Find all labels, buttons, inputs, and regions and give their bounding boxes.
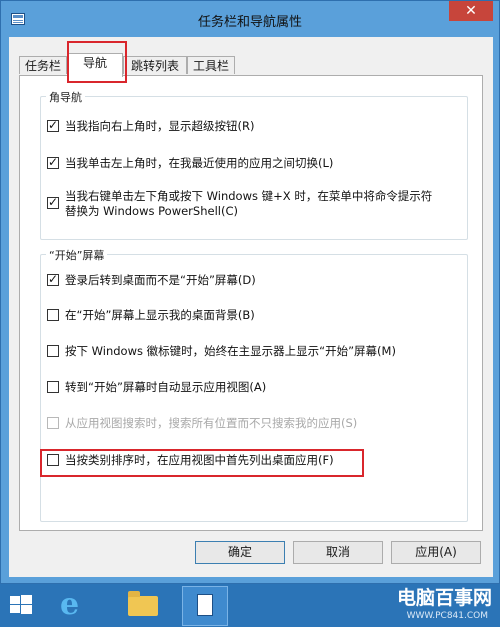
option-label: 按下 Windows 徽标键时，始终在主显示器上显示“开始”屏幕(M) <box>65 344 396 358</box>
cancel-button[interactable]: 取消 <box>293 541 383 564</box>
watermark-logo: 电脑百事网 <box>396 587 492 609</box>
checkbox-checked-icon[interactable] <box>47 155 59 170</box>
apply-button[interactable]: 应用(A) <box>391 541 481 564</box>
checkbox-checked-icon[interactable] <box>47 118 59 133</box>
option-replace-powershell[interactable]: 当我右键单击左下角或按下 Windows 键+X 时，在菜单中将命令提示符 替换… <box>47 189 463 219</box>
tab-highlight-box <box>67 41 127 83</box>
option-show-charms[interactable]: 当我指向右上角时，显示超级按钮(R) <box>47 118 457 134</box>
checkbox-icon[interactable] <box>47 309 59 321</box>
corner-navigation-group: 角导航 当我指向右上角时，显示超级按钮(R) 当我单击左上角时，在我最近使用的应… <box>40 89 468 240</box>
option-label: 当我单击左上角时，在我最近使用的应用之间切换(L) <box>65 156 334 170</box>
tab-toolbars[interactable]: 工具栏 <box>187 56 235 74</box>
option-label: 从应用视图搜索时，搜索所有位置而不只搜索我的应用(S) <box>65 416 358 430</box>
option-label-line2: 替换为 Windows PowerShell(C) <box>65 204 238 218</box>
option-label-line1: 当我右键单击左下角或按下 Windows 键+X 时，在菜单中将命令提示符 <box>65 189 433 203</box>
option-primary-display[interactable]: 按下 Windows 徽标键时，始终在主显示器上显示“开始”屏幕(M) <box>47 344 463 359</box>
navigation-tab-panel: 角导航 当我指向右上角时，显示超级按钮(R) 当我单击左上角时，在我最近使用的应… <box>19 75 483 531</box>
taskbar-properties-task[interactable] <box>182 586 228 626</box>
option-highlight-box <box>40 449 364 477</box>
option-switch-apps[interactable]: 当我单击左上角时，在我最近使用的应用之间切换(L) <box>47 155 457 171</box>
option-label: 在“开始”屏幕上显示我的桌面背景(B) <box>65 308 255 322</box>
option-label: 登录后转到桌面而不是“开始”屏幕(D) <box>65 273 256 287</box>
option-desktop-background[interactable]: 在“开始”屏幕上显示我的桌面背景(B) <box>47 308 457 323</box>
ok-button[interactable]: 确定 <box>195 541 285 564</box>
option-search-everywhere: 从应用视图搜索时，搜索所有位置而不只搜索我的应用(S) <box>47 416 457 431</box>
tab-taskbar[interactable]: 任务栏 <box>19 56 67 74</box>
taskbar-properties-icon <box>197 594 213 616</box>
windows-logo-icon[interactable] <box>10 595 32 615</box>
checkbox-checked-icon[interactable] <box>47 272 59 287</box>
internet-explorer-icon[interactable]: e <box>60 590 79 620</box>
option-label: 当我指向右上角时，显示超级按钮(R) <box>65 119 255 133</box>
start-screen-title: “开始”屏幕 <box>46 247 108 263</box>
window-title: 任务栏和导航属性 <box>197 15 302 30</box>
tab-jump-lists[interactable]: 跳转列表 <box>123 56 187 74</box>
checkbox-icon[interactable] <box>47 381 59 393</box>
close-button[interactable]: ✕ <box>449 1 493 21</box>
checkbox-icon[interactable] <box>47 345 59 357</box>
option-go-to-desktop[interactable]: 登录后转到桌面而不是“开始”屏幕(D) <box>47 272 457 288</box>
watermark-url: WWW.PC841.COM <box>406 611 488 621</box>
checkbox-checked-icon[interactable] <box>47 195 59 210</box>
checkbox-disabled-icon <box>47 417 59 429</box>
file-explorer-icon[interactable] <box>128 591 158 616</box>
dialog-body: 任务栏 导航 跳转列表 工具栏 角导航 当我指向右上角时，显示超级按钮(R) 当… <box>9 37 493 577</box>
option-label: 转到“开始”屏幕时自动显示应用视图(A) <box>65 380 267 394</box>
option-show-apps-view[interactable]: 转到“开始”屏幕时自动显示应用视图(A) <box>47 380 457 395</box>
properties-window: 任务栏和导航属性 ✕ 任务栏 导航 跳转列表 工具栏 角导航 当我指向右上角时，… <box>0 0 500 584</box>
corner-navigation-title: 角导航 <box>46 89 85 105</box>
taskbar: e 电脑百事网 WWW.PC841.COM <box>0 584 500 627</box>
title-bar[interactable]: 任务栏和导航属性 ✕ <box>1 1 499 37</box>
start-screen-group: “开始”屏幕 登录后转到桌面而不是“开始”屏幕(D) 在“开始”屏幕上显示我的桌… <box>40 247 468 522</box>
